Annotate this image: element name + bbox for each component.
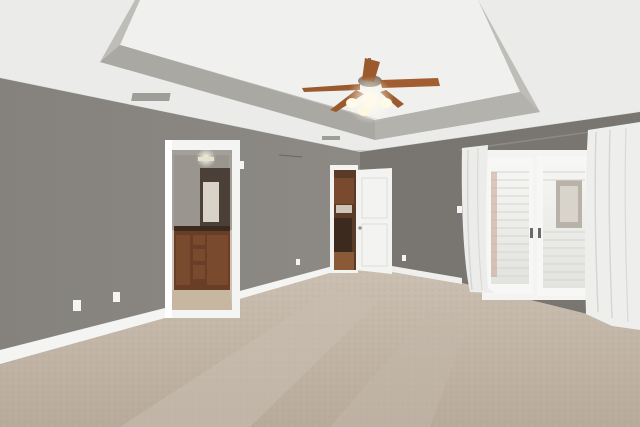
- outlet-icon: [113, 292, 120, 302]
- door-handle-icon[interactable]: [530, 228, 533, 238]
- closet-door[interactable]: [356, 168, 392, 274]
- outlet-icon: [296, 259, 300, 265]
- light-switch-icon: [457, 206, 462, 213]
- french-doors[interactable]: [482, 150, 590, 300]
- air-vent-icon: [322, 136, 340, 140]
- light-switch-icon: [239, 161, 244, 169]
- door-knob-icon[interactable]: [358, 226, 362, 230]
- outlet-icon: [73, 300, 81, 311]
- room-scene: [0, 0, 640, 427]
- curtain-right[interactable]: [584, 122, 640, 330]
- door-handle-icon[interactable]: [538, 228, 541, 238]
- bathroom-doorway: [165, 140, 240, 318]
- closet-doorway: [330, 165, 358, 273]
- air-vent-icon: [131, 93, 171, 101]
- outlet-icon: [402, 255, 406, 261]
